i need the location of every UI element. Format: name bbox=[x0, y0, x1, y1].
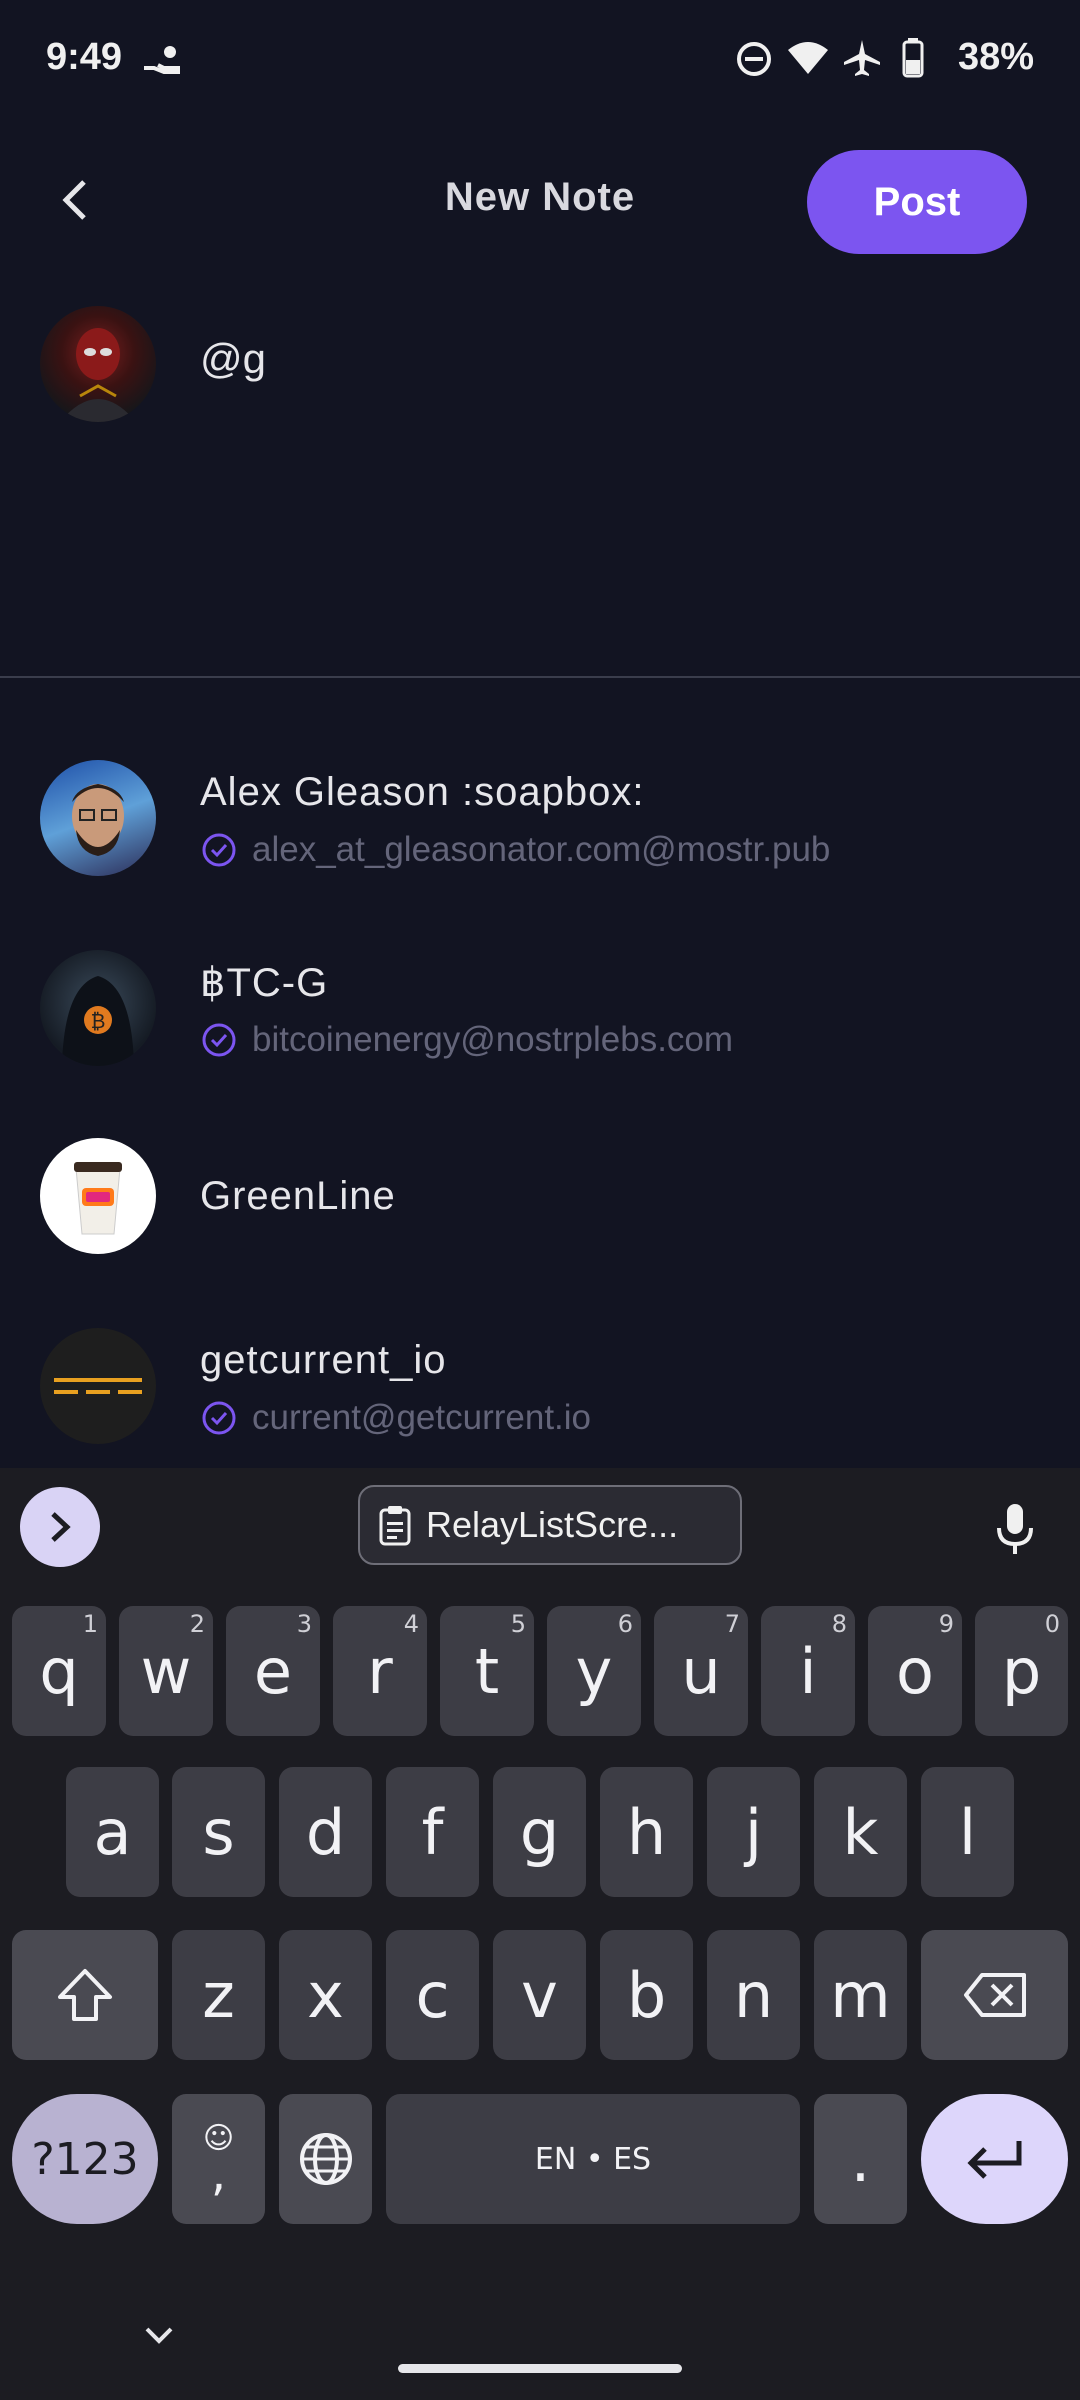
verified-check-icon bbox=[202, 1401, 236, 1435]
backspace-key[interactable] bbox=[921, 1930, 1068, 2060]
battery-percentage: 38% bbox=[957, 36, 1034, 78]
shift-icon bbox=[58, 1969, 112, 2021]
suggestion-nip05: bitcoinenergy@nostrplebs.com bbox=[200, 1020, 733, 1060]
key-s[interactable]: s bbox=[172, 1767, 265, 1897]
list-item[interactable]: Alex Gleason :soapbox: alex_at_gleasonat… bbox=[0, 740, 1080, 900]
clipboard-icon bbox=[379, 1506, 411, 1546]
key-w[interactable]: w2 bbox=[119, 1606, 213, 1736]
enter-key[interactable] bbox=[921, 2094, 1068, 2224]
verified-check-icon bbox=[202, 833, 236, 867]
key-c[interactable]: c bbox=[386, 1930, 479, 2060]
divider bbox=[0, 676, 1080, 678]
home-indicator[interactable] bbox=[398, 2364, 682, 2373]
avatar bbox=[40, 1328, 156, 1444]
suggestion-name: Alex Gleason :soapbox: bbox=[200, 770, 645, 814]
verified-check-icon bbox=[202, 1023, 236, 1057]
key-d[interactable]: d bbox=[279, 1767, 372, 1897]
key-k[interactable]: k bbox=[814, 1767, 907, 1897]
wifi-icon bbox=[786, 40, 830, 81]
status-bar: 9:49 38% bbox=[0, 0, 1080, 120]
clipboard-label: RelayListScre... bbox=[426, 1504, 679, 1545]
key-y[interactable]: y6 bbox=[547, 1606, 641, 1736]
key-f[interactable]: f bbox=[386, 1767, 479, 1897]
language-key[interactable] bbox=[279, 2094, 372, 2224]
key-n[interactable]: n bbox=[707, 1930, 800, 2060]
key-e[interactable]: e3 bbox=[226, 1606, 320, 1736]
key-l[interactable]: l bbox=[921, 1767, 1014, 1897]
suggestion-name: GreenLine bbox=[200, 1174, 396, 1218]
avatar bbox=[40, 1138, 156, 1254]
key-q[interactable]: q1 bbox=[12, 1606, 106, 1736]
key-x[interactable]: x bbox=[279, 1930, 372, 2060]
keyboard-expand-button[interactable] bbox=[20, 1487, 100, 1567]
key-j[interactable]: j bbox=[707, 1767, 800, 1897]
key-t[interactable]: t5 bbox=[440, 1606, 534, 1736]
suggestion-nip05: current@getcurrent.io bbox=[200, 1398, 591, 1438]
key-g[interactable]: g bbox=[493, 1767, 586, 1897]
key-p[interactable]: p0 bbox=[975, 1606, 1068, 1736]
symbols-key[interactable]: ?123 bbox=[12, 2094, 158, 2224]
key-i[interactable]: i8 bbox=[761, 1606, 855, 1736]
svg-text:₿: ₿ bbox=[91, 1009, 106, 1033]
key-a[interactable]: a bbox=[66, 1767, 159, 1897]
backspace-icon bbox=[963, 1973, 1026, 2017]
suggestion-name: ฿TC-G bbox=[200, 961, 329, 1005]
airplane-icon bbox=[842, 38, 882, 83]
comma-key[interactable]: ☺ , bbox=[172, 2094, 265, 2224]
list-item[interactable]: getcurrent_io current@getcurrent.io bbox=[0, 1308, 1080, 1468]
enter-icon bbox=[966, 2141, 1021, 2179]
globe-icon bbox=[299, 2133, 352, 2185]
avatar: ₿ bbox=[40, 950, 156, 1066]
key-u[interactable]: u7 bbox=[654, 1606, 748, 1736]
suggestion-nip05: alex_at_gleasonator.com@mostr.pub bbox=[200, 830, 830, 870]
key-h[interactable]: h bbox=[600, 1767, 693, 1897]
key-r[interactable]: r4 bbox=[333, 1606, 427, 1736]
list-item[interactable]: ₿ ฿TC-G bitcoinenergy@nostrplebs.com bbox=[0, 930, 1080, 1090]
key-o[interactable]: o9 bbox=[868, 1606, 962, 1736]
shift-key[interactable] bbox=[12, 1930, 158, 2060]
key-z[interactable]: z bbox=[172, 1930, 265, 2060]
hide-keyboard-button[interactable] bbox=[138, 2318, 180, 2352]
key-b[interactable]: b bbox=[600, 1930, 693, 2060]
chevron-down-icon bbox=[145, 2327, 173, 2344]
microphone-button[interactable] bbox=[985, 1495, 1045, 1565]
space-key[interactable]: EN • ES bbox=[386, 2094, 800, 2224]
status-time: 9:49 bbox=[46, 36, 123, 78]
post-button[interactable]: Post bbox=[807, 150, 1027, 254]
period-key[interactable]: . bbox=[814, 2094, 907, 2224]
clipboard-suggestion[interactable]: RelayListScre... bbox=[358, 1485, 742, 1565]
suggestion-name: getcurrent_io bbox=[200, 1338, 447, 1382]
list-item[interactable]: GreenLine bbox=[0, 1118, 1080, 1278]
battery-icon bbox=[902, 38, 924, 83]
hand-icon bbox=[140, 42, 184, 83]
chevron-right-icon bbox=[51, 1512, 71, 1542]
microphone-icon bbox=[997, 1504, 1033, 1554]
avatar bbox=[40, 760, 156, 876]
do-not-disturb-icon bbox=[735, 40, 773, 83]
note-input[interactable]: @g bbox=[200, 335, 266, 383]
key-m[interactable]: m bbox=[814, 1930, 907, 2060]
user-avatar bbox=[40, 306, 156, 422]
key-v[interactable]: v bbox=[493, 1930, 586, 2060]
